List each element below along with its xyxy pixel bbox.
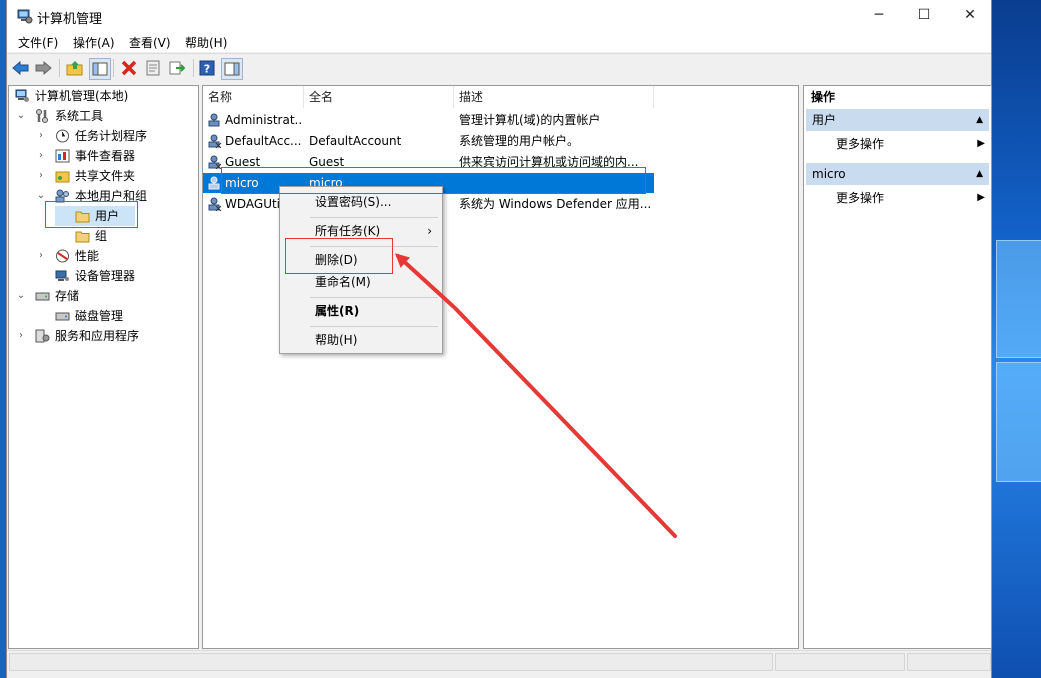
row-name: Guest [225,155,261,169]
table-row[interactable]: Administrat... 管理计算机(域)的内置帐户 [203,110,798,130]
status-bar [7,650,991,673]
menu-file[interactable]: 文件(F) [18,34,58,51]
actions-section-users[interactable]: 用户 ▲ [806,109,989,131]
tree-label: 本地用户和组 [75,189,148,203]
tree-pane: 计算机管理(本地) ⌄ 系统工具 › 任务计划程序 › 事件查看器 › 共享文件… [8,85,199,649]
menu-all-tasks[interactable]: 所有任务(K) › [280,220,442,242]
menu-bar: 文件(F) 操作(A) 查看(V) 帮助(H) [7,32,991,52]
table-row[interactable]: DefaultAcc... DefaultAccount 系统管理的用户帐户。 [203,131,798,151]
status-cell [9,653,773,671]
chevron-right-icon[interactable]: › [35,126,47,146]
collapse-up-icon[interactable]: ▲ [976,109,983,131]
more-actions-users[interactable]: 更多操作 ▶ [836,134,989,154]
row-name: Administrat... [225,113,303,127]
menu-view[interactable]: 查看(V) [129,34,171,51]
column-fullname[interactable]: 全名 [304,86,454,108]
tree-label: 共享文件夹 [75,169,136,183]
more-actions-micro[interactable]: 更多操作 ▶ [836,188,989,208]
actions-pane: 操作 用户 ▲ 更多操作 ▶ micro ▲ 更多操作 ▶ [803,85,992,649]
user-icon [208,134,222,148]
close-button[interactable]: ✕ [947,0,993,30]
submenu-arrow-icon: ▶ [977,192,985,203]
collapse-up-icon[interactable]: ▲ [976,163,983,185]
row-description: 管理计算机(域)的内置帐户 [459,113,601,127]
chevron-right-icon[interactable]: › [35,166,47,186]
export-icon[interactable] [167,58,187,78]
chevron-right-icon[interactable]: › [15,326,27,346]
tree-label: 服务和应用程序 [55,329,140,343]
tree-label: 任务计划程序 [75,129,148,143]
menu-help[interactable]: 帮助(H) [280,329,442,351]
up-folder-icon[interactable] [65,58,85,78]
status-cell [907,653,991,671]
menu-all-tasks-label: 所有任务(K) [315,224,381,238]
more-actions-label: 更多操作 [836,137,885,151]
show-tree-icon[interactable] [89,58,111,80]
table-row[interactable]: Guest Guest 供来宾访问计算机或访问域的内... [203,152,798,172]
column-name[interactable]: 名称 [203,86,304,108]
row-fullname: Guest [309,155,345,169]
toolbar: ? [7,53,991,82]
minimize-button[interactable]: ─ [856,0,902,30]
desktop-tile [996,362,1041,482]
help-icon[interactable]: ? [197,58,217,78]
tree-label: 组 [95,229,108,243]
tree-label: 磁盘管理 [75,309,124,323]
window-title: 计算机管理 [37,12,103,27]
menu-rename[interactable]: 重命名(M) [280,271,442,293]
user-icon [208,197,222,211]
svg-text:?: ? [204,63,210,76]
tree-label: 事件查看器 [75,149,136,163]
row-fullname: DefaultAccount [309,134,402,148]
row-description: 供来宾访问计算机或访问域的内... [459,155,639,169]
maximize-button[interactable]: ☐ [901,0,947,30]
forward-icon[interactable] [33,58,53,78]
desktop-background [992,0,1041,678]
menu-properties[interactable]: 属性(R) [280,300,442,322]
tree-item-users[interactable]: 用户 [55,206,135,226]
tree-label: 存储 [55,289,80,303]
chevron-down-icon[interactable]: ⌄ [35,186,47,206]
title-bar: 计算机管理 ─ ☐ ✕ [7,0,991,32]
user-icon [208,176,220,190]
tree-label: 性能 [75,249,100,263]
more-actions-label: 更多操作 [836,191,885,205]
chevron-right-icon[interactable]: › [35,146,47,166]
chevron-down-icon[interactable]: ⌄ [15,106,27,126]
row-name: DefaultAcc... [225,134,302,148]
section-title: micro [812,167,846,181]
row-description: 系统管理的用户帐户。 [459,134,580,148]
chevron-down-icon[interactable]: ⌄ [15,286,27,306]
actions-header: 操作 [811,90,836,104]
section-title: 用户 [812,113,837,127]
list-pane: 名称 全名 描述 Administrat... 管理计算机(域)的内置帐户 De… [202,85,799,649]
submenu-arrow-icon: ▶ [977,138,985,149]
column-description[interactable]: 描述 [454,86,654,108]
tree-label: 系统工具 [55,109,104,123]
submenu-arrow-icon: › [427,224,432,238]
back-icon[interactable] [11,58,31,78]
computer-management-icon [17,9,33,24]
desktop-tile [996,240,1041,358]
properties-icon[interactable] [143,58,163,78]
actions-section-micro[interactable]: micro ▲ [806,163,989,185]
menu-set-password[interactable]: 设置密码(S)... [280,191,442,213]
console-icon[interactable] [221,58,243,80]
row-description: 系统为 Windows Defender 应用... [459,197,652,211]
tree-label: 计算机管理(本地) [35,89,129,103]
computer-management-window: 计算机管理 ─ ☐ ✕ 文件(F) 操作(A) 查看(V) 帮助(H) ? 计算… [6,0,992,678]
user-icon [208,155,222,169]
menu-delete[interactable]: 删除(D) [280,249,442,271]
user-icon [208,113,220,127]
tree-label: 设备管理器 [75,269,136,283]
tree-label: 用户 [95,209,120,223]
menu-help[interactable]: 帮助(H) [185,34,227,51]
menu-action[interactable]: 操作(A) [73,34,115,51]
chevron-right-icon[interactable]: › [35,246,47,266]
delete-icon[interactable] [119,58,139,78]
status-cell [775,653,905,671]
context-menu: 设置密码(S)... 所有任务(K) › 删除(D) 重命名(M) 属性(R) … [279,186,443,354]
